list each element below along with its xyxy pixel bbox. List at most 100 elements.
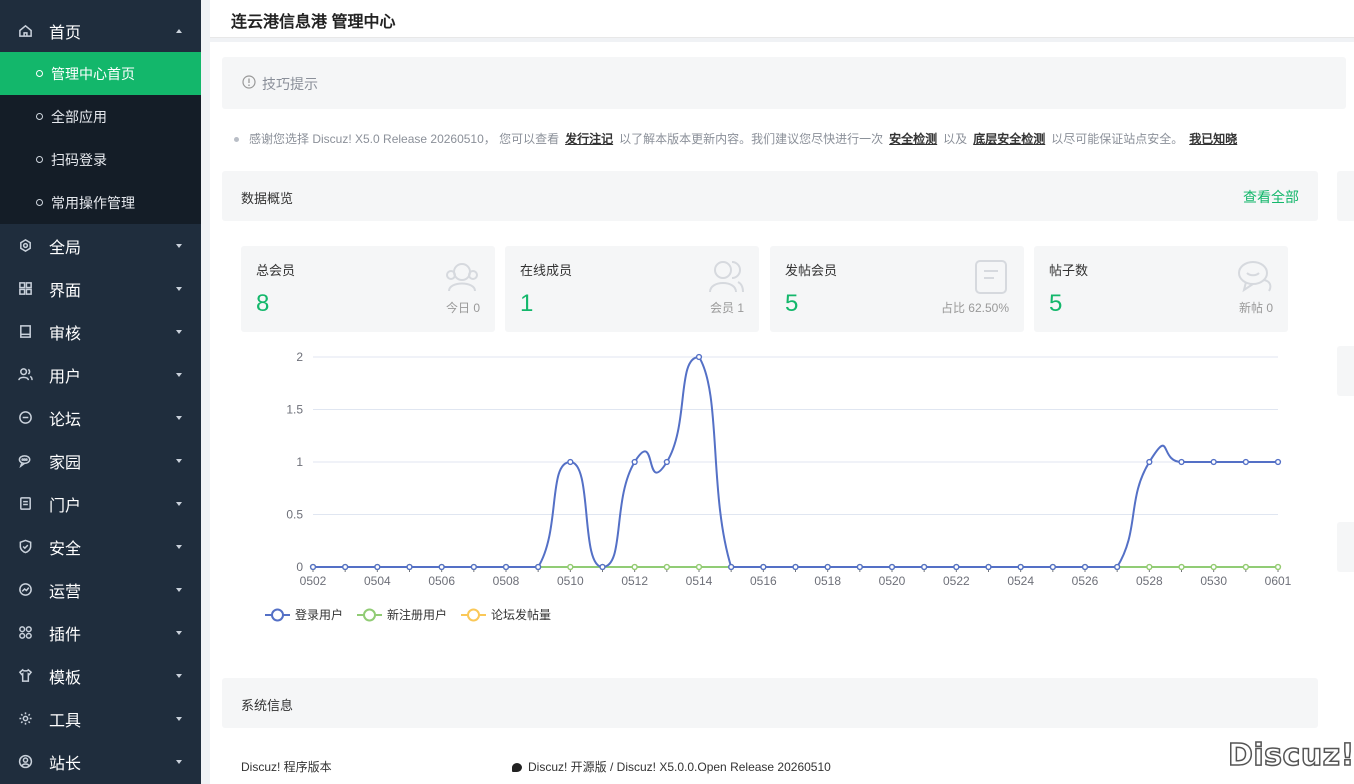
tips-panel-header: 技巧提示	[222, 57, 1346, 109]
system-info-row: Discuz! 程序版本 Discuz! 开源版 / Discuz! X5.0.…	[222, 744, 1346, 784]
top-header: 连云港信息港 管理中心	[210, 0, 1354, 38]
group-chat-icon	[17, 453, 33, 469]
data-point	[374, 563, 381, 571]
release-notes-link[interactable]: 发行注记	[565, 132, 613, 146]
data-point	[631, 563, 638, 571]
post-doc-icon	[972, 258, 1010, 296]
sidebar-item-plugins[interactable]: 插件	[0, 611, 201, 654]
x-tick-label: 0526	[1072, 574, 1099, 588]
sidebar-item-interface[interactable]: 界面	[0, 267, 201, 310]
sidebar-item-tools[interactable]: 工具	[0, 697, 201, 740]
deep-security-check-link[interactable]: 底层安全检测	[973, 132, 1045, 146]
sidebar-item-operations[interactable]: 运营	[0, 568, 201, 611]
settings-icon	[17, 238, 33, 254]
data-point	[1274, 458, 1282, 466]
data-point	[1178, 563, 1185, 571]
data-point	[663, 563, 670, 571]
data-point	[1242, 563, 1249, 571]
chevron-down-icon	[176, 759, 182, 764]
x-tick-label: 0522	[943, 574, 970, 588]
data-point	[1049, 563, 1056, 571]
stat-label: 总会员	[256, 263, 296, 278]
data-point	[953, 563, 960, 571]
y-tick-label: 1.5	[286, 403, 303, 417]
submenu-item-qr-login[interactable]: 扫码登录	[0, 138, 201, 181]
chevron-down-icon	[176, 501, 182, 506]
tips-text: 以了解本版本更新内容。我们建议您尽快进行一次	[619, 132, 884, 146]
submenu-item-all-apps[interactable]: 全部应用	[0, 95, 201, 138]
sidebar-item-webmaster[interactable]: 站长	[0, 740, 201, 783]
stat-label: 在线成员	[520, 263, 573, 278]
data-point	[1146, 563, 1153, 571]
x-tick-label: 0508	[493, 574, 520, 588]
stat-value: 5	[1049, 290, 1063, 317]
sidebar-item-label: 门户	[49, 497, 82, 515]
submenu-item-common-ops[interactable]: 常用操作管理	[0, 181, 201, 224]
security-check-link[interactable]: 安全检测	[889, 132, 937, 146]
sidebar-item-templates[interactable]: 模板	[0, 654, 201, 697]
sidebar-item-portal[interactable]: 门户	[0, 482, 201, 525]
data-point	[1146, 458, 1153, 466]
sidebar-item-label: 插件	[49, 626, 82, 644]
legend-item-0[interactable]: 登录用户	[265, 607, 343, 622]
tips-line: 感谢您选择 Discuz! X5.0 Release 20260510， 您可以…	[234, 130, 1243, 147]
grid-icon	[17, 281, 33, 297]
data-point	[1210, 458, 1217, 466]
stat-card-online-members[interactable]: 在线成员 1 会员 1	[505, 246, 759, 332]
sidebar-item-forum[interactable]: 论坛	[0, 396, 201, 439]
sidebar-submenu: 管理中心首页 全部应用 扫码登录 常用操作管理	[0, 52, 201, 224]
data-point	[792, 563, 799, 571]
data-point	[599, 563, 606, 571]
legend-item-1[interactable]: 新注册用户	[357, 607, 447, 622]
discuz-logo-icon	[512, 763, 522, 772]
x-tick-label: 0524	[1007, 574, 1034, 588]
data-point	[438, 563, 445, 571]
sidebar-item-home[interactable]: 首页	[0, 9, 201, 52]
main-content: 技巧提示 感谢您选择 Discuz! X5.0 Release 20260510…	[210, 42, 1354, 784]
bullet-icon	[234, 137, 239, 143]
stat-card-total-members[interactable]: 总会员 8 今日 0	[241, 246, 495, 332]
chevron-down-icon	[176, 329, 182, 334]
discuz-watermark: Discuz!	[1227, 737, 1354, 774]
bullet-icon	[36, 113, 43, 120]
data-point	[1242, 458, 1249, 466]
sidebar-item-home-space[interactable]: 家园	[0, 439, 201, 482]
sidebar-item-label: 模板	[49, 669, 82, 687]
activity-line-chart: 0 0.5 1 1.5 2 0502 0504 0506 0508 0510 0512 0514 051…	[265, 350, 1292, 622]
x-tick-label: 0518	[814, 574, 841, 588]
user-circle-icon	[17, 754, 33, 770]
sidebar-item-security[interactable]: 安全	[0, 525, 201, 568]
sidebar-item-label: 界面	[49, 282, 82, 300]
chevron-down-icon	[176, 286, 182, 291]
legend-label: 登录用户	[295, 607, 343, 622]
stat-value: 8	[256, 290, 270, 317]
sidebar-item-users[interactable]: 用户	[0, 353, 201, 396]
data-point	[470, 563, 477, 571]
acknowledge-link[interactable]: 我已知晓	[1189, 132, 1237, 146]
users-icon	[17, 367, 33, 383]
tips-title: 技巧提示	[262, 76, 318, 92]
data-point	[406, 563, 413, 571]
overview-title: 数据概览	[241, 191, 294, 206]
view-all-link[interactable]: 查看全部	[1243, 187, 1299, 207]
chevron-down-icon	[176, 243, 182, 248]
sidebar-item-label: 站长	[49, 755, 82, 773]
y-tick-label: 0	[296, 560, 303, 574]
chevron-down-icon	[176, 544, 182, 549]
sidebar-item-review[interactable]: 审核	[0, 310, 201, 353]
data-point	[663, 458, 670, 466]
legend-label: 新注册用户	[387, 607, 447, 622]
submenu-item-admin-home[interactable]: 管理中心首页	[0, 52, 201, 95]
y-tick-label: 1	[296, 455, 303, 469]
stat-card-post-count[interactable]: 帖子数 5 新帖 0	[1034, 246, 1288, 332]
sidebar-item-label: 家园	[49, 454, 82, 472]
data-point	[1178, 458, 1185, 466]
stat-card-posting-members[interactable]: 发帖会员 5 占比 62.50%	[770, 246, 1024, 332]
sidebar-item-global[interactable]: 全局	[0, 224, 201, 267]
overview-panel-header: 数据概览 查看全部	[222, 171, 1318, 221]
gear-icon	[17, 711, 33, 727]
x-tick-label: 0601	[1265, 574, 1292, 588]
sidebar-item-label: 用户	[49, 368, 82, 386]
sidebar-item-label: 全局	[49, 239, 82, 257]
legend-item-2[interactable]: 论坛发帖量	[461, 607, 551, 622]
